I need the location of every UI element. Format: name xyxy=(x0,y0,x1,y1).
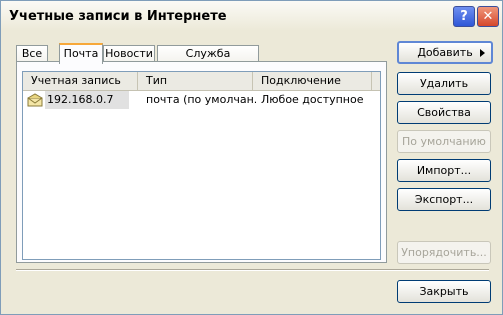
column-header-account[interactable]: Учетная запись xyxy=(23,72,138,90)
close-icon: ✕ xyxy=(482,9,494,24)
account-connection: Любое доступное xyxy=(261,93,364,106)
close-button[interactable]: Закрыть xyxy=(397,280,491,303)
help-button[interactable]: ? xyxy=(453,6,475,27)
add-button-label: Добавить xyxy=(417,46,473,59)
window-title: Учетные записи в Интернете xyxy=(9,9,227,24)
tab-news[interactable]: Новости xyxy=(103,45,155,62)
title-bar[interactable]: Учетные записи в Интернете ? ✕ xyxy=(1,1,502,31)
order-button[interactable]: Упорядочить... xyxy=(397,241,491,264)
help-icon: ? xyxy=(460,9,468,24)
tab-panel: Учетная запись Тип Подключение 192.168.0… xyxy=(16,61,387,263)
account-type: почта (по умолчан... xyxy=(146,93,256,106)
accounts-dialog: Учетные записи в Интернете ? ✕ Все Почта… xyxy=(0,0,503,315)
tab-mail[interactable]: Почта xyxy=(59,43,103,64)
mail-account-icon xyxy=(27,93,43,107)
remove-button[interactable]: Удалить xyxy=(397,72,491,95)
add-button[interactable]: Добавить xyxy=(397,41,493,64)
tab-all[interactable]: Все xyxy=(16,45,48,62)
set-default-button[interactable]: По умолчанию xyxy=(397,130,491,153)
tab-directory-service[interactable]: Служба каталогов xyxy=(157,45,259,76)
column-header-type[interactable]: Тип xyxy=(138,72,253,90)
close-window-button[interactable]: ✕ xyxy=(477,6,499,27)
accounts-list[interactable]: Учетная запись Тип Подключение 192.168.0… xyxy=(22,71,381,260)
menu-arrow-icon xyxy=(480,49,485,57)
properties-button[interactable]: Свойства xyxy=(397,101,491,124)
account-name: 192.168.0.7 xyxy=(45,91,129,109)
column-header-connection[interactable]: Подключение xyxy=(253,72,372,90)
import-button[interactable]: Импорт... xyxy=(397,159,491,182)
separator xyxy=(16,269,489,271)
export-button[interactable]: Экспорт... xyxy=(397,188,491,211)
list-item[interactable]: 192.168.0.7 почта (по умолчан... Любое д… xyxy=(23,91,380,109)
list-header: Учетная запись Тип Подключение xyxy=(23,72,380,91)
